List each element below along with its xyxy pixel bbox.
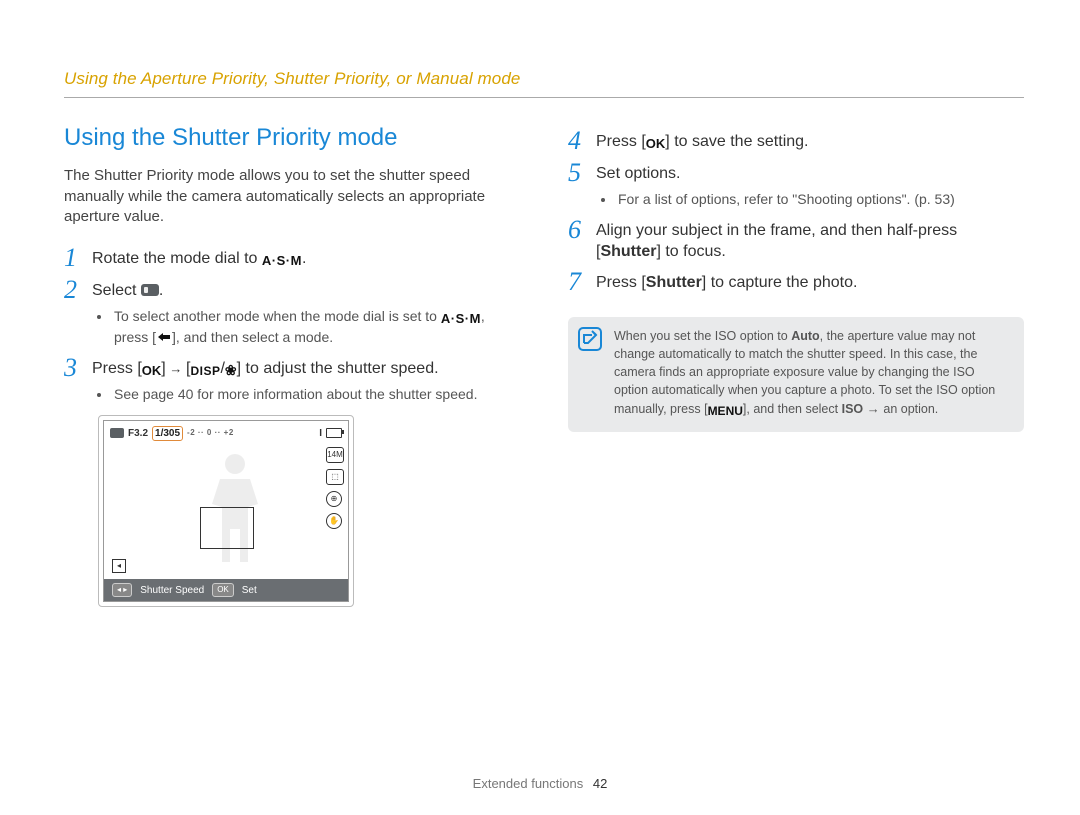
note-icon: [578, 327, 602, 351]
step-3-sub: See page 40 for more information about t…: [98, 385, 520, 404]
chapter-title: Using the Aperture Priority, Shutter Pri…: [64, 68, 1024, 91]
step-body: Press [OK] to save the setting.: [596, 128, 1024, 153]
sub-text: ], and then select a mode.: [172, 329, 333, 345]
stabilizer-icon: ✋: [326, 513, 342, 529]
page-number: 42: [593, 776, 607, 791]
step-body: Set options.: [596, 160, 1024, 185]
step-5-sub: For a list of options, refer to "Shootin…: [602, 190, 1024, 209]
section-title: Using the Shutter Priority mode: [64, 122, 520, 154]
shutter-key: Shutter: [646, 274, 702, 291]
nav-button-icon: ◂ ▸: [112, 583, 132, 597]
step-text: Select: [92, 282, 141, 299]
step-text: Press [: [596, 133, 646, 150]
macro-flower-icon: ❀: [225, 361, 237, 380]
left-column: Using the Shutter Priority mode The Shut…: [64, 122, 520, 607]
menu-icon: MENU: [708, 403, 743, 420]
step-3: 3 Press [OK] → [DISP/❀] to adjust the sh…: [64, 355, 520, 381]
step-body: Press [Shutter] to capture the photo.: [596, 269, 1024, 294]
step-body: Select .: [92, 277, 520, 302]
back-icon: [156, 332, 172, 342]
quality-indicator: I: [319, 427, 322, 441]
iso-label: ISO: [842, 402, 864, 416]
list-item: See page 40 for more information about t…: [112, 385, 520, 404]
right-column: 4 Press [OK] to save the setting. 5 Set …: [568, 122, 1024, 607]
flash-icon: ⊕: [326, 491, 342, 507]
ok-button-icon: OK: [212, 583, 234, 597]
nav-indicator-icon: ◂: [112, 559, 126, 573]
step-text-post: .: [302, 250, 306, 267]
footer-section: Extended functions: [473, 776, 584, 791]
focus-rectangle: [200, 507, 254, 549]
asm-icon: A·S·M: [441, 310, 481, 328]
asm-icon: A·S·M: [262, 252, 302, 270]
ok-icon: OK: [646, 135, 666, 153]
frame-icon: ⬚: [326, 469, 344, 485]
battery-icon: [326, 428, 342, 438]
f-number: F3.2: [128, 427, 148, 441]
mode-dial-icon: [141, 284, 159, 296]
intro-paragraph: The Shutter Priority mode allows you to …: [64, 166, 520, 227]
step-body: Press [OK] → [DISP/❀] to adjust the shut…: [92, 355, 520, 380]
step-body: Align your subject in the frame, and the…: [596, 217, 1024, 263]
camera-sidebar: 14M ⬚ ⊕ ✋: [326, 447, 342, 529]
resolution-icon: 14M: [326, 447, 344, 463]
arrow-right-icon: →: [863, 401, 883, 416]
auto-label: Auto: [791, 329, 819, 343]
step-number: 1: [64, 245, 92, 271]
step-6: 6 Align your subject in the frame, and t…: [568, 217, 1024, 263]
step-4: 4 Press [OK] to save the setting.: [568, 128, 1024, 154]
step-number: 6: [568, 217, 596, 243]
step-2-sub: To select another mode when the mode dia…: [98, 307, 520, 346]
arrow-right-icon: →: [166, 361, 186, 376]
step-number: 4: [568, 128, 596, 154]
step-body: Rotate the mode dial to A·S·M.: [92, 245, 520, 270]
note-text: When you set the ISO option to: [614, 329, 791, 343]
shutter-key: Shutter: [600, 243, 656, 260]
page-footer: Extended functions 42: [0, 775, 1080, 793]
note-text: an option.: [883, 402, 938, 416]
step-text-post: ] to focus.: [656, 243, 725, 260]
step-7: 7 Press [Shutter] to capture the photo.: [568, 269, 1024, 295]
step-1: 1 Rotate the mode dial to A·S·M.: [64, 245, 520, 271]
camera-screen-illustration: F3.2 1/305 -2 ·· 0 ·· +2 I 14M ⬚ ⊕ ✋: [98, 415, 354, 607]
list-item: For a list of options, refer to "Shootin…: [616, 190, 1024, 209]
mode-indicator-icon: [110, 428, 124, 438]
exposure-ticks: -2 ·· 0 ·· +2: [187, 428, 315, 439]
ok-icon: OK: [142, 362, 162, 380]
step-2: 2 Select .: [64, 277, 520, 303]
step-number: 3: [64, 355, 92, 381]
divider: [64, 97, 1024, 98]
step-text: Rotate the mode dial to: [92, 250, 262, 267]
manual-page: { "chapter_title": "Using the Aperture P…: [0, 0, 1080, 815]
disp-icon: DISP: [190, 363, 220, 379]
sub-text: To select another mode when the mode dia…: [114, 308, 441, 324]
list-item: To select another mode when the mode dia…: [112, 307, 520, 346]
bottom-label: Shutter Speed: [140, 584, 204, 598]
camera-topbar: F3.2 1/305 -2 ·· 0 ·· +2 I: [110, 425, 342, 441]
camera-bottombar: ◂ ▸ Shutter Speed OK Set: [104, 579, 348, 601]
shutter-speed-value: 1/305: [152, 426, 183, 442]
step-text-post: ] to capture the photo.: [702, 274, 858, 291]
step-text-post: ] to adjust the shutter speed.: [237, 360, 439, 377]
two-column-layout: Using the Shutter Priority mode The Shut…: [64, 122, 1024, 607]
step-number: 5: [568, 160, 596, 186]
step-text-post: .: [159, 282, 163, 299]
bottom-action: Set: [242, 584, 257, 598]
step-number: 7: [568, 269, 596, 295]
step-text: Press [: [92, 360, 142, 377]
note-text: ], and then select: [743, 402, 842, 416]
camera-screen-inner: F3.2 1/305 -2 ·· 0 ·· +2 I 14M ⬚ ⊕ ✋: [103, 420, 349, 602]
step-text-post: ] to save the setting.: [665, 133, 808, 150]
step-text: Press [: [596, 274, 646, 291]
step-number: 2: [64, 277, 92, 303]
note-box: When you set the ISO option to Auto, the…: [568, 317, 1024, 432]
step-5: 5 Set options.: [568, 160, 1024, 186]
